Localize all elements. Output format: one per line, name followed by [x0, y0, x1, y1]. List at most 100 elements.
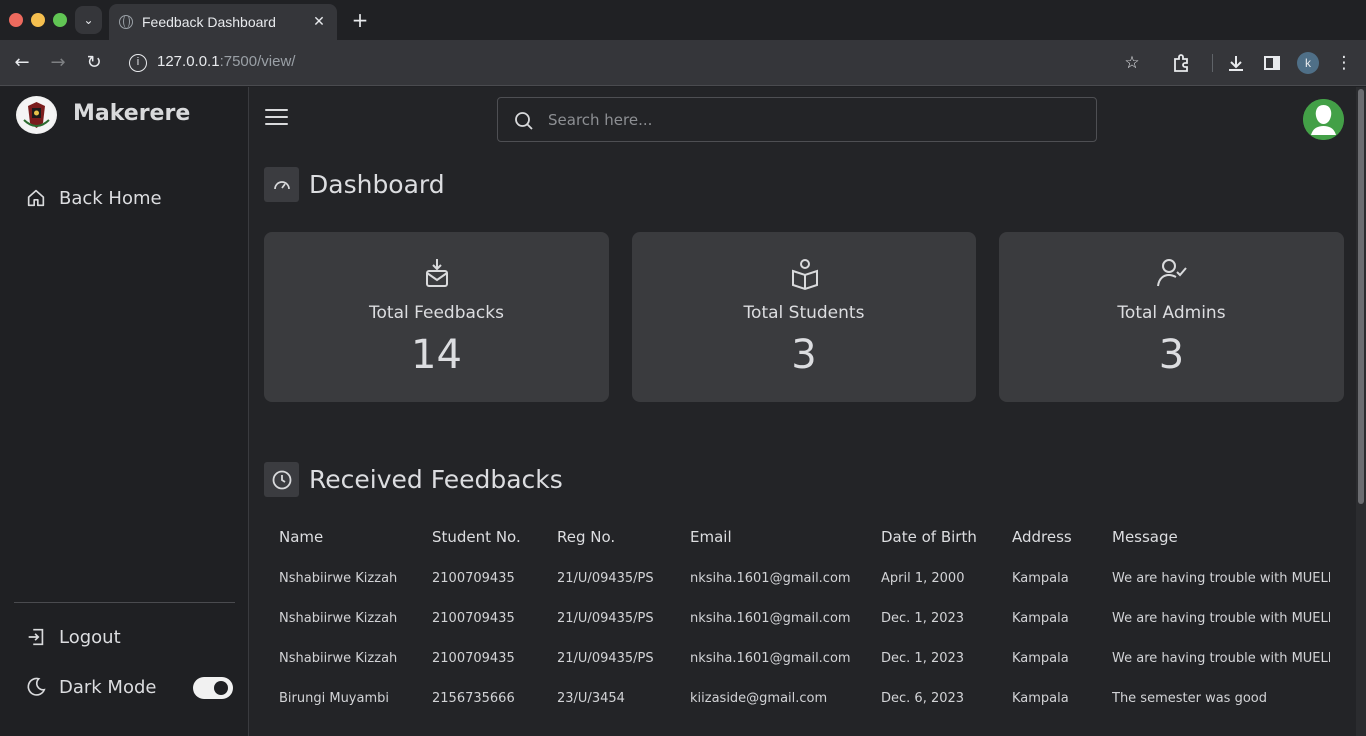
table-cell: Kampala — [1012, 611, 1069, 626]
user-avatar[interactable] — [1303, 99, 1344, 140]
table-cell: Kampala — [1012, 651, 1069, 666]
sidebar-divider — [14, 602, 235, 603]
sidebar: Makerere Back Home Logout Dark Mode — [0, 87, 249, 736]
side-panel-icon[interactable] — [1260, 51, 1284, 75]
table-cell: 2156735666 — [432, 691, 515, 706]
dark-mode-toggle[interactable] — [193, 677, 233, 699]
column-header: Name — [279, 528, 324, 546]
speedometer-icon — [264, 167, 299, 202]
table-cell: nksiha.1601@gmail.com — [690, 611, 851, 626]
scrollbar-thumb[interactable] — [1358, 89, 1364, 504]
table-cell: 2100709435 — [432, 651, 515, 666]
bookmark-star-icon[interactable]: ☆ — [1120, 51, 1144, 75]
stat-card-total-admins: Total Admins 3 — [999, 232, 1344, 402]
stat-label: Total Admins — [1117, 303, 1226, 323]
close-window-button[interactable] — [9, 13, 23, 27]
table-cell: We are having trouble with MUELE — [1112, 611, 1330, 626]
book-reader-icon — [792, 259, 818, 291]
sidebar-item-logout[interactable]: Logout — [25, 626, 121, 648]
browser-menu-icon[interactable]: ⋮ — [1332, 51, 1356, 75]
globe-icon — [119, 15, 133, 29]
download-icon[interactable] — [1224, 51, 1248, 75]
reload-icon[interactable]: ↻ — [82, 51, 106, 75]
table-cell: The semester was good — [1112, 691, 1268, 706]
stat-value: 14 — [411, 332, 462, 378]
back-arrow-icon[interactable]: ← — [10, 51, 34, 75]
hamburger-menu-icon[interactable] — [265, 109, 289, 127]
stat-label: Total Students — [743, 303, 865, 323]
close-tab-icon[interactable]: ✕ — [311, 14, 327, 30]
brand-name: Makerere — [73, 101, 191, 126]
moon-icon — [27, 677, 46, 696]
table-cell: Nshabiirwe Kizzah — [279, 651, 398, 666]
user-check-icon — [1157, 259, 1187, 287]
address-field[interactable]: 127.0.0.1:7500/view/ — [157, 53, 295, 70]
table-cell: 21/U/09435/PS — [557, 571, 654, 586]
stat-value: 3 — [1158, 332, 1185, 378]
browser-titlebar: ⌄ Feedback Dashboard ✕ + — [0, 0, 1366, 40]
clock-icon — [264, 462, 299, 497]
url-path: :7500/view/ — [219, 53, 296, 70]
maximize-window-button[interactable] — [53, 13, 67, 27]
column-header: Date of Birth — [881, 528, 977, 546]
table-cell: Birungi Muyambi — [279, 691, 389, 706]
stat-card-total-students: Total Students 3 — [632, 232, 976, 402]
table-cell: 2100709435 — [432, 571, 515, 586]
section-title: Received Feedbacks — [309, 465, 563, 494]
site-info-icon[interactable]: i — [129, 54, 147, 72]
feedbacks-heading: Received Feedbacks — [264, 462, 563, 497]
inbox-download-icon — [426, 259, 448, 287]
search-input[interactable]: Search here... — [497, 97, 1097, 142]
table-cell: 23/U/3454 — [557, 691, 625, 706]
stat-label: Total Feedbacks — [369, 303, 504, 323]
stat-card-total-feedbacks: Total Feedbacks 14 — [264, 232, 609, 402]
forward-arrow-icon[interactable]: → — [46, 51, 70, 75]
table-cell: 21/U/09435/PS — [557, 611, 654, 626]
extensions-icon[interactable] — [1170, 51, 1194, 75]
home-icon — [27, 189, 45, 207]
profile-avatar[interactable]: k — [1297, 52, 1319, 74]
logout-icon — [28, 628, 44, 646]
stat-value: 3 — [791, 332, 817, 378]
page-viewport: Makerere Back Home Logout Dark Mode Sear… — [0, 87, 1356, 736]
column-header: Email — [690, 528, 732, 546]
sidebar-item-label: Logout — [59, 626, 121, 648]
table-cell: Kampala — [1012, 691, 1069, 706]
table-cell: April 1, 2000 — [881, 571, 965, 586]
page-scrollbar[interactable] — [1356, 87, 1366, 736]
toggle-knob — [214, 681, 228, 695]
sidebar-item-back-home[interactable]: Back Home — [25, 187, 162, 209]
table-cell: 2100709435 — [432, 611, 515, 626]
dashboard-heading: Dashboard — [264, 167, 445, 202]
sidebar-item-label: Back Home — [59, 187, 162, 209]
table-cell: Nshabiirwe Kizzah — [279, 571, 398, 586]
search-icon — [515, 112, 533, 130]
url-host: 127.0.0.1 — [157, 53, 220, 70]
minimize-window-button[interactable] — [31, 13, 45, 27]
column-header: Address — [1012, 528, 1072, 546]
table-cell: Dec. 6, 2023 — [881, 691, 965, 706]
table-cell: nksiha.1601@gmail.com — [690, 651, 851, 666]
tab-search-button[interactable]: ⌄ — [75, 6, 102, 34]
table-cell: Dec. 1, 2023 — [881, 611, 965, 626]
sidebar-item-dark-mode: Dark Mode — [25, 676, 156, 698]
university-logo — [16, 96, 57, 134]
table-cell: Dec. 1, 2023 — [881, 651, 965, 666]
table-cell: 21/U/09435/PS — [557, 651, 654, 666]
new-tab-button[interactable]: + — [349, 8, 371, 32]
sidebar-item-label: Dark Mode — [59, 676, 157, 698]
column-header: Message — [1112, 528, 1178, 546]
browser-tab-active[interactable]: Feedback Dashboard ✕ — [109, 4, 337, 40]
tab-title: Feedback Dashboard — [142, 14, 276, 30]
page-title: Dashboard — [309, 170, 445, 199]
browser-toolbar: ← → ↻ i 127.0.0.1:7500/view/ ☆ ⋮ — [0, 40, 1366, 86]
table-cell: Nshabiirwe Kizzah — [279, 611, 398, 626]
table-cell: nksiha.1601@gmail.com — [690, 571, 851, 586]
table-cell: kiizaside@gmail.com — [690, 691, 828, 706]
search-placeholder: Search here... — [548, 111, 653, 129]
toolbar-divider — [1212, 54, 1213, 72]
table-cell: We are having trouble with MUELE — [1112, 651, 1330, 666]
column-header: Student No. — [432, 528, 521, 546]
column-header: Reg No. — [557, 528, 616, 546]
table-cell: We are having trouble with MUELE — [1112, 571, 1330, 586]
